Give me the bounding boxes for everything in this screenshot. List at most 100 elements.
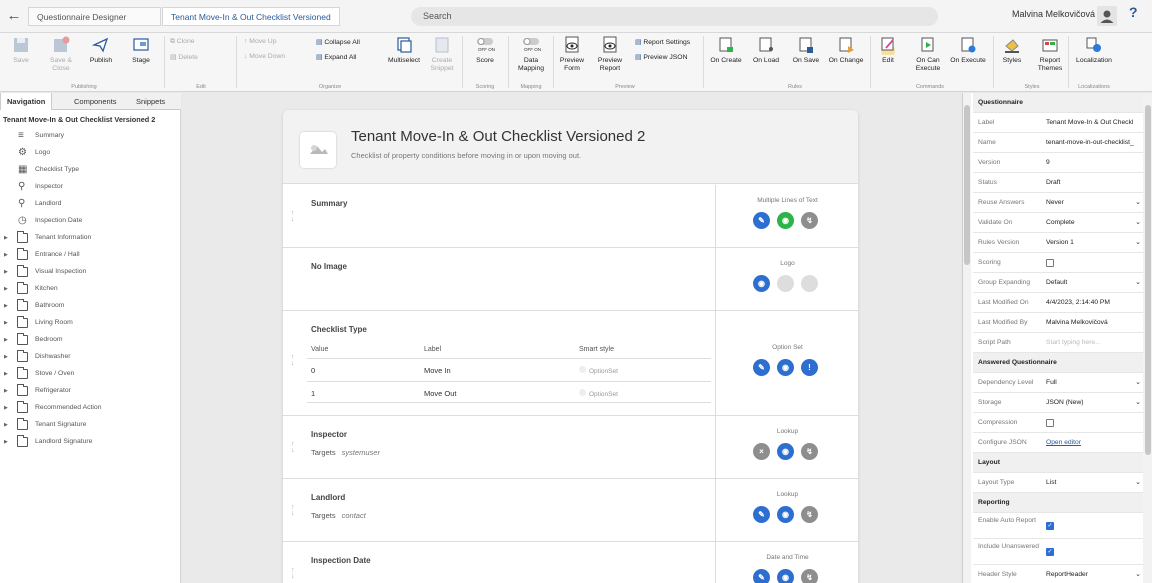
prop-storage[interactable]: Storage JSON (New) ⌄ — [973, 393, 1143, 413]
expand-arrow-icon[interactable]: ▶ — [4, 332, 8, 348]
expand-arrow-icon[interactable]: ▶ — [4, 366, 8, 382]
expand-arrow-icon[interactable]: ▶ — [4, 383, 8, 399]
question-no-image[interactable]: No Image Logo ◉ — [283, 248, 858, 311]
drag-handle-icon[interactable]: ↑ ↓ — [291, 210, 295, 223]
tree-item-summary[interactable]: ≡ Summary — [0, 128, 180, 144]
on-save-button[interactable]: On Save — [790, 35, 822, 65]
prop-scoring[interactable]: Scoring — [973, 253, 1143, 273]
prop-dependency-level[interactable]: Dependency Level Full ⌄ — [973, 373, 1143, 393]
storage-select[interactable]: JSON (New) — [1046, 399, 1142, 406]
user-name[interactable]: Malvina Melkovičová — [1012, 9, 1095, 19]
visibility-eye-icon[interactable]: ◉ — [777, 212, 794, 229]
on-create-button[interactable]: On Create — [708, 35, 744, 65]
prop-group-expanding[interactable]: Group Expanding Default ⌄ — [973, 273, 1143, 293]
chevron-down-icon[interactable]: ⌄ — [1135, 378, 1141, 386]
prop-header-style[interactable]: Header Style ReportHeader ⌄ — [973, 565, 1143, 583]
create-snippet-button[interactable]: Create Snippet — [427, 35, 457, 72]
label-input[interactable]: Tenant Move-In & Out Checkl — [1046, 119, 1142, 126]
lightning-icon[interactable]: ↯ — [801, 443, 818, 460]
styles-button[interactable]: Styles — [998, 35, 1026, 65]
expand-arrow-icon[interactable]: ▶ — [4, 434, 8, 450]
prop-rules-version[interactable]: Rules Version Version 1 ⌄ — [973, 233, 1143, 253]
save-close-button[interactable]: Save & Close — [46, 35, 76, 72]
preview-report-button[interactable]: Preview Report — [595, 35, 625, 72]
expand-arrow-icon[interactable]: ▶ — [4, 247, 8, 263]
auto-report-checkbox[interactable]: ✓ — [1046, 522, 1054, 530]
tree-section[interactable]: ▶ Visual Inspection — [0, 264, 180, 280]
tree-item-landlord[interactable]: ⚲ Landlord — [0, 196, 180, 212]
move-up-button[interactable]: ↑ Move Up — [244, 38, 277, 45]
prop-status[interactable]: Status Draft — [973, 173, 1143, 193]
question-checklist-type[interactable]: ↑ ↓ Checklist Type Value Label Smart styl… — [283, 311, 858, 416]
help-icon[interactable]: ? — [1129, 4, 1138, 20]
chevron-down-icon[interactable]: ⌄ — [1135, 218, 1141, 226]
tab-app[interactable]: Questionnaire Designer 16.0.0 — [28, 7, 161, 41]
expand-all-button[interactable]: ▤ Expand All — [316, 53, 356, 61]
clone-button[interactable]: ⧉ Clone — [170, 38, 195, 46]
chevron-down-icon[interactable]: ⌄ — [1135, 278, 1141, 286]
rules-version-select[interactable]: Version 1 — [1046, 239, 1142, 246]
expand-arrow-icon[interactable]: ▶ — [4, 349, 8, 365]
chevron-down-icon[interactable]: ⌄ — [1135, 398, 1141, 406]
stage-button[interactable]: Stage — [126, 35, 156, 65]
tree-section[interactable]: ▶ Recommended Action — [0, 400, 180, 416]
on-execute-button[interactable]: On Execute — [948, 35, 988, 65]
edit-pencil-icon[interactable]: ✎ — [753, 212, 770, 229]
prop-validate-on[interactable]: Validate On Complete ⌄ — [973, 213, 1143, 233]
include-unanswered-checkbox[interactable]: ✓ — [1046, 548, 1054, 556]
tab-snippets[interactable]: Snippets — [130, 93, 171, 110]
drag-handle-icon[interactable]: ↑ ↓ — [291, 354, 295, 367]
form-subtitle[interactable]: Checklist of property conditions before … — [351, 151, 581, 160]
tree-section[interactable]: ▶ Bedroom — [0, 332, 180, 348]
tree-section[interactable]: ▶ Dishwasher — [0, 349, 180, 365]
score-toggle[interactable]: OFF ON Score — [470, 35, 500, 65]
expand-arrow-icon[interactable]: ▶ — [4, 230, 8, 246]
prop-reuse-answers[interactable]: Reuse Answers Never ⌄ — [973, 193, 1143, 213]
report-themes-button[interactable]: Report Themes — [1034, 35, 1066, 72]
tree-section[interactable]: ▶ Bathroom — [0, 298, 180, 314]
question-landlord[interactable]: ↑ ↓ Landlord Targets contact Lookup ✎ ◉ ↯ — [283, 479, 858, 542]
tab-document[interactable]: Tenant Move-In & Out Checklist Versioned… — [162, 7, 340, 41]
tab-navigation[interactable]: Navigation — [0, 93, 53, 110]
user-avatar-icon[interactable] — [1097, 6, 1117, 26]
dependency-level-select[interactable]: Full — [1046, 379, 1142, 386]
expand-arrow-icon[interactable]: ▶ — [4, 264, 8, 280]
properties-scrollbar[interactable] — [1143, 93, 1152, 583]
tree-item-inspector[interactable]: ⚲ Inspector — [0, 179, 180, 195]
layout-type-select[interactable]: List — [1046, 479, 1142, 486]
lightning-icon[interactable]: ↯ — [801, 506, 818, 523]
publish-button[interactable]: Publish — [86, 35, 116, 65]
expand-arrow-icon[interactable]: ▶ — [4, 417, 8, 433]
tree-section[interactable]: ▶ Living Room — [0, 315, 180, 331]
tree-section[interactable]: ▶ Entrance / Hall — [0, 247, 180, 263]
chevron-down-icon[interactable]: ⌄ — [1135, 570, 1141, 578]
on-can-execute-button[interactable]: On Can Execute — [912, 35, 944, 72]
tree-section[interactable]: ▶ Tenant Information — [0, 230, 180, 246]
prop-enable-auto-report[interactable]: Enable Auto Report ✓ — [973, 513, 1143, 539]
disabled-edit-icon[interactable]: × — [753, 443, 770, 460]
group-expanding-select[interactable]: Default — [1046, 279, 1142, 286]
localization-button[interactable]: Localization — [1072, 35, 1116, 65]
tree-item-inspection-date[interactable]: ◷ Inspection Date — [0, 213, 180, 229]
tree-root-title[interactable]: Tenant Move-In & Out Checklist Versioned… — [3, 115, 155, 124]
table-row[interactable]: 0 Move In OptionSet — [307, 358, 711, 380]
preview-json-button[interactable]: ▤ Preview JSON — [635, 53, 688, 61]
visibility-eye-icon[interactable]: ◉ — [777, 506, 794, 523]
scoring-checkbox[interactable] — [1046, 259, 1054, 267]
on-load-button[interactable]: On Load — [750, 35, 782, 65]
tree-item-checklist-type[interactable]: ▦ Checklist Type — [0, 162, 180, 178]
prop-script-path[interactable]: Script Path Start typing here... — [973, 333, 1143, 353]
tree-section[interactable]: ▶ Kitchen — [0, 281, 180, 297]
drag-handle-icon[interactable]: ↑ ↓ — [291, 441, 295, 454]
data-mapping-toggle[interactable]: OFF ON Data Mapping — [514, 35, 548, 72]
edit-pencil-icon[interactable]: ✎ — [753, 359, 770, 376]
open-editor-link[interactable]: Open editor — [1046, 439, 1142, 446]
search-input[interactable]: Search — [411, 7, 938, 26]
prop-name[interactable]: Name tenant-move-in-out-checklist_ — [973, 133, 1143, 153]
prop-layout-type[interactable]: Layout Type List ⌄ — [973, 473, 1143, 493]
panel-splitter-scrollbar[interactable] — [963, 93, 971, 583]
drag-handle-icon[interactable]: ↑ ↓ — [291, 504, 295, 517]
expand-arrow-icon[interactable]: ▶ — [4, 315, 8, 331]
back-arrow-icon[interactable]: ← — [4, 6, 24, 26]
edit-pencil-icon[interactable]: ✎ — [753, 569, 770, 583]
